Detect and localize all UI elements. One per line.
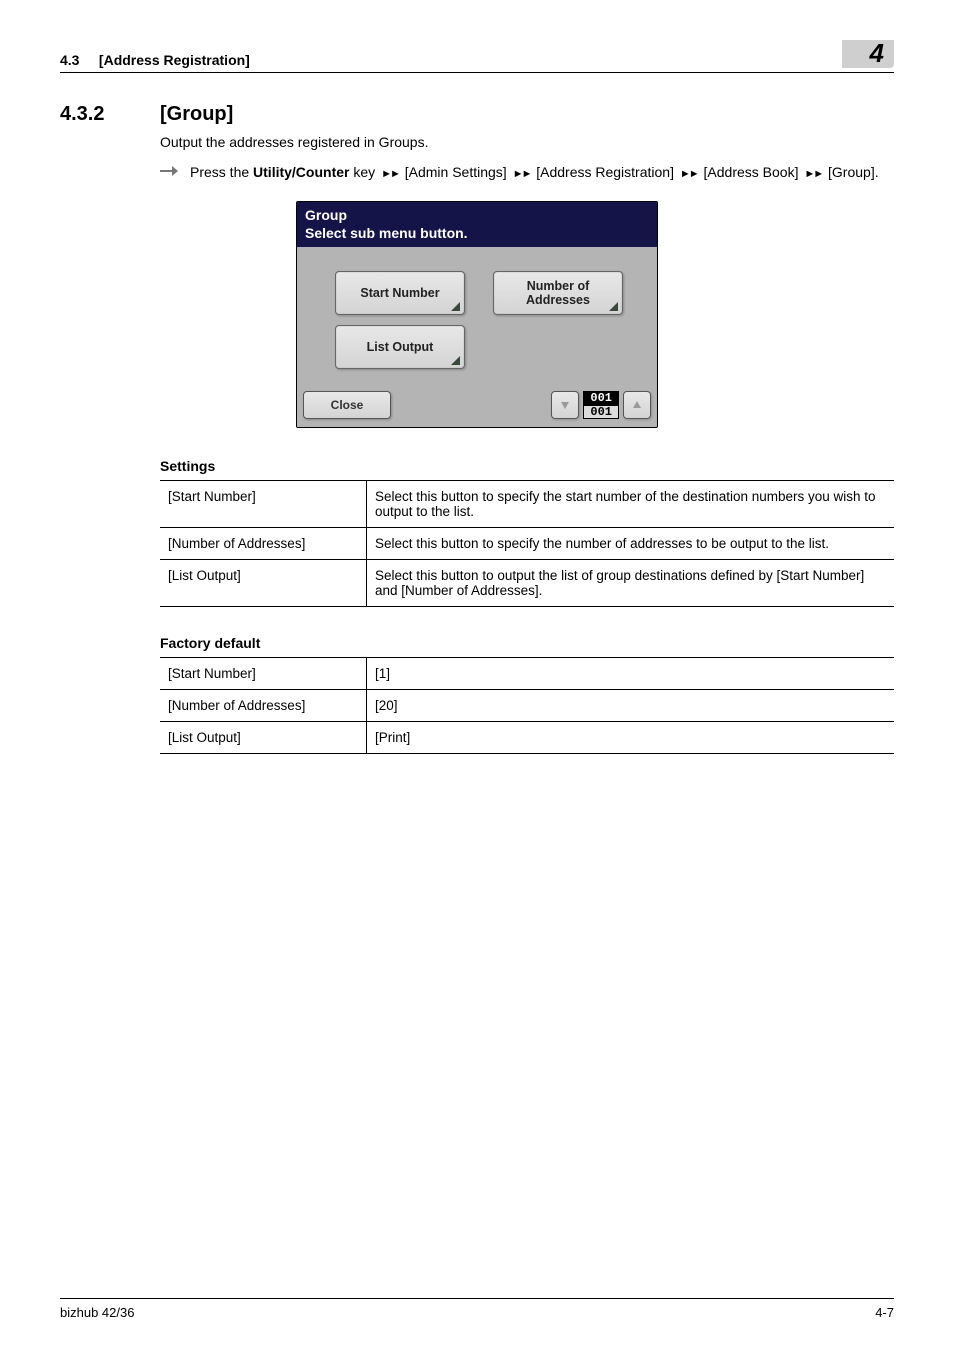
arrow-up-icon bbox=[631, 399, 643, 411]
pager-control: 001 001 bbox=[551, 391, 651, 419]
step-text: Press the Utility/Counter key ►► [Admin … bbox=[190, 162, 879, 183]
breadcrumb-sep-icon: ►► bbox=[513, 168, 531, 180]
table-row: [Start Number] Select this button to spe… bbox=[160, 481, 894, 528]
defaults-table: [Start Number] [1] [Number of Addresses]… bbox=[160, 657, 894, 754]
table-row: [List Output] [Print] bbox=[160, 722, 894, 754]
close-button[interactable]: Close bbox=[303, 391, 391, 419]
settings-table: [Start Number] Select this button to spe… bbox=[160, 480, 894, 607]
breadcrumb-sep-icon: ►► bbox=[804, 168, 822, 180]
section-heading: 4.3.2 [Group] bbox=[60, 103, 894, 126]
section-number: 4.3.2 bbox=[60, 103, 160, 126]
submenu-indicator-icon bbox=[451, 356, 460, 365]
start-number-button[interactable]: Start Number bbox=[335, 271, 465, 315]
page-header: 4.3 [Address Registration] 4 bbox=[60, 40, 894, 73]
step-arrow-icon bbox=[160, 164, 178, 178]
chapter-tab: 4 bbox=[842, 40, 894, 68]
submenu-indicator-icon bbox=[451, 302, 460, 311]
pager-up-button[interactable] bbox=[623, 391, 651, 419]
table-row: [Number of Addresses] [20] bbox=[160, 690, 894, 722]
settings-table-title: Settings bbox=[160, 458, 894, 474]
footer-page-number: 4-7 bbox=[875, 1305, 894, 1320]
submenu-indicator-icon bbox=[609, 302, 618, 311]
table-row: [Start Number] [1] bbox=[160, 658, 894, 690]
procedure-step: Press the Utility/Counter key ►► [Admin … bbox=[160, 162, 894, 183]
header-section-title: [Address Registration] bbox=[99, 52, 250, 68]
header-left: 4.3 [Address Registration] bbox=[60, 52, 250, 68]
breadcrumb-sep-icon: ►► bbox=[381, 168, 399, 180]
defaults-table-title: Factory default bbox=[160, 635, 894, 651]
panel-subtitle: Select sub menu button. bbox=[297, 225, 657, 247]
pager-indicator: 001 001 bbox=[583, 391, 619, 419]
arrow-down-icon bbox=[559, 399, 571, 411]
list-output-button[interactable]: List Output bbox=[335, 325, 465, 369]
panel-title: Group bbox=[297, 202, 657, 225]
pager-down-button[interactable] bbox=[551, 391, 579, 419]
device-panel: Group Select sub menu button. Start Numb… bbox=[296, 201, 658, 428]
table-row: [Number of Addresses] Select this button… bbox=[160, 528, 894, 560]
section-intro: Output the addresses registered in Group… bbox=[160, 134, 894, 150]
section-title: [Group] bbox=[160, 103, 233, 126]
header-section-number: 4.3 bbox=[60, 52, 79, 68]
breadcrumb-sep-icon: ►► bbox=[680, 168, 698, 180]
table-row: [List Output] Select this button to outp… bbox=[160, 560, 894, 607]
page-footer: bizhub 42/36 4-7 bbox=[60, 1298, 894, 1320]
number-of-addresses-button[interactable]: Number of Addresses bbox=[493, 271, 623, 315]
footer-product: bizhub 42/36 bbox=[60, 1305, 134, 1320]
